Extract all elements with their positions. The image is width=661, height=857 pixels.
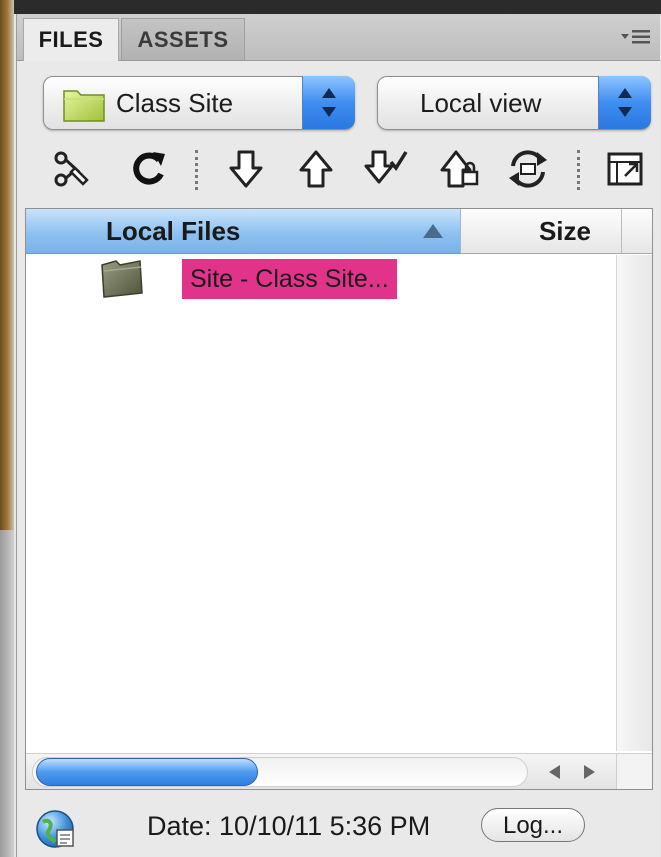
scrollbar-corner [616, 753, 652, 789]
scroll-thumb[interactable] [36, 758, 258, 786]
panel-tab-bar: FILES ASSETS [17, 14, 660, 61]
column-header-label: Local Files [106, 216, 241, 246]
check-in-icon[interactable] [437, 146, 483, 192]
site-select[interactable]: Class Site [43, 76, 355, 130]
status-date-text: Date: 10/10/11 5:36 PM [147, 811, 431, 841]
vertical-scrollbar[interactable] [616, 255, 652, 751]
file-name: Site - Class Site... [182, 259, 397, 299]
toolbar-separator [195, 150, 198, 190]
list-item[interactable]: Site - Class Site... [26, 255, 616, 299]
view-select[interactable]: Local view [377, 76, 651, 130]
expand-icon[interactable] [603, 146, 649, 192]
files-panel: FILES ASSETS Class Site Local view Local… [16, 14, 660, 857]
site-select-value: Class Site [116, 88, 234, 118]
panel-options-menu-icon[interactable] [620, 26, 652, 48]
globe-status-icon[interactable] [35, 808, 77, 850]
log-button[interactable]: Log... [481, 808, 585, 842]
check-out-icon[interactable] [363, 146, 409, 192]
scroll-left-icon[interactable] [544, 762, 566, 782]
status-bar: Date: 10/10/11 5:36 PM Log... [17, 796, 660, 857]
view-select-stepper[interactable] [598, 76, 651, 129]
refresh-icon[interactable] [125, 146, 171, 192]
window-top-edge [0, 0, 661, 14]
horizontal-scrollbar[interactable] [26, 753, 616, 789]
site-select-stepper[interactable] [302, 76, 355, 129]
put-files-icon[interactable] [293, 146, 339, 192]
column-header-label: Size [538, 216, 591, 246]
site-folder-icon [63, 90, 105, 122]
toolbar-separator [577, 150, 580, 190]
synchronize-icon[interactable] [505, 146, 551, 192]
desktop-background-edge [0, 0, 14, 857]
scroll-right-icon[interactable] [578, 762, 600, 782]
connect-icon[interactable] [49, 146, 95, 192]
column-header-size[interactable]: Size [461, 209, 622, 254]
up-down-arrows-icon [322, 88, 336, 117]
tab-files[interactable]: FILES [23, 18, 119, 61]
up-down-arrows-icon [618, 88, 632, 117]
column-header-local-files[interactable]: Local Files [26, 209, 461, 254]
folder-icon [101, 260, 143, 298]
file-list[interactable]: Local Files Size Site - Class Site... [25, 208, 653, 790]
column-header-row: Local Files Size [26, 209, 652, 254]
column-header-extra[interactable] [622, 209, 652, 254]
view-select-value: Local view [420, 88, 542, 118]
tab-assets[interactable]: ASSETS [121, 18, 245, 60]
get-files-icon[interactable] [223, 146, 269, 192]
sort-ascending-icon [423, 224, 443, 238]
files-toolbar [17, 140, 660, 198]
